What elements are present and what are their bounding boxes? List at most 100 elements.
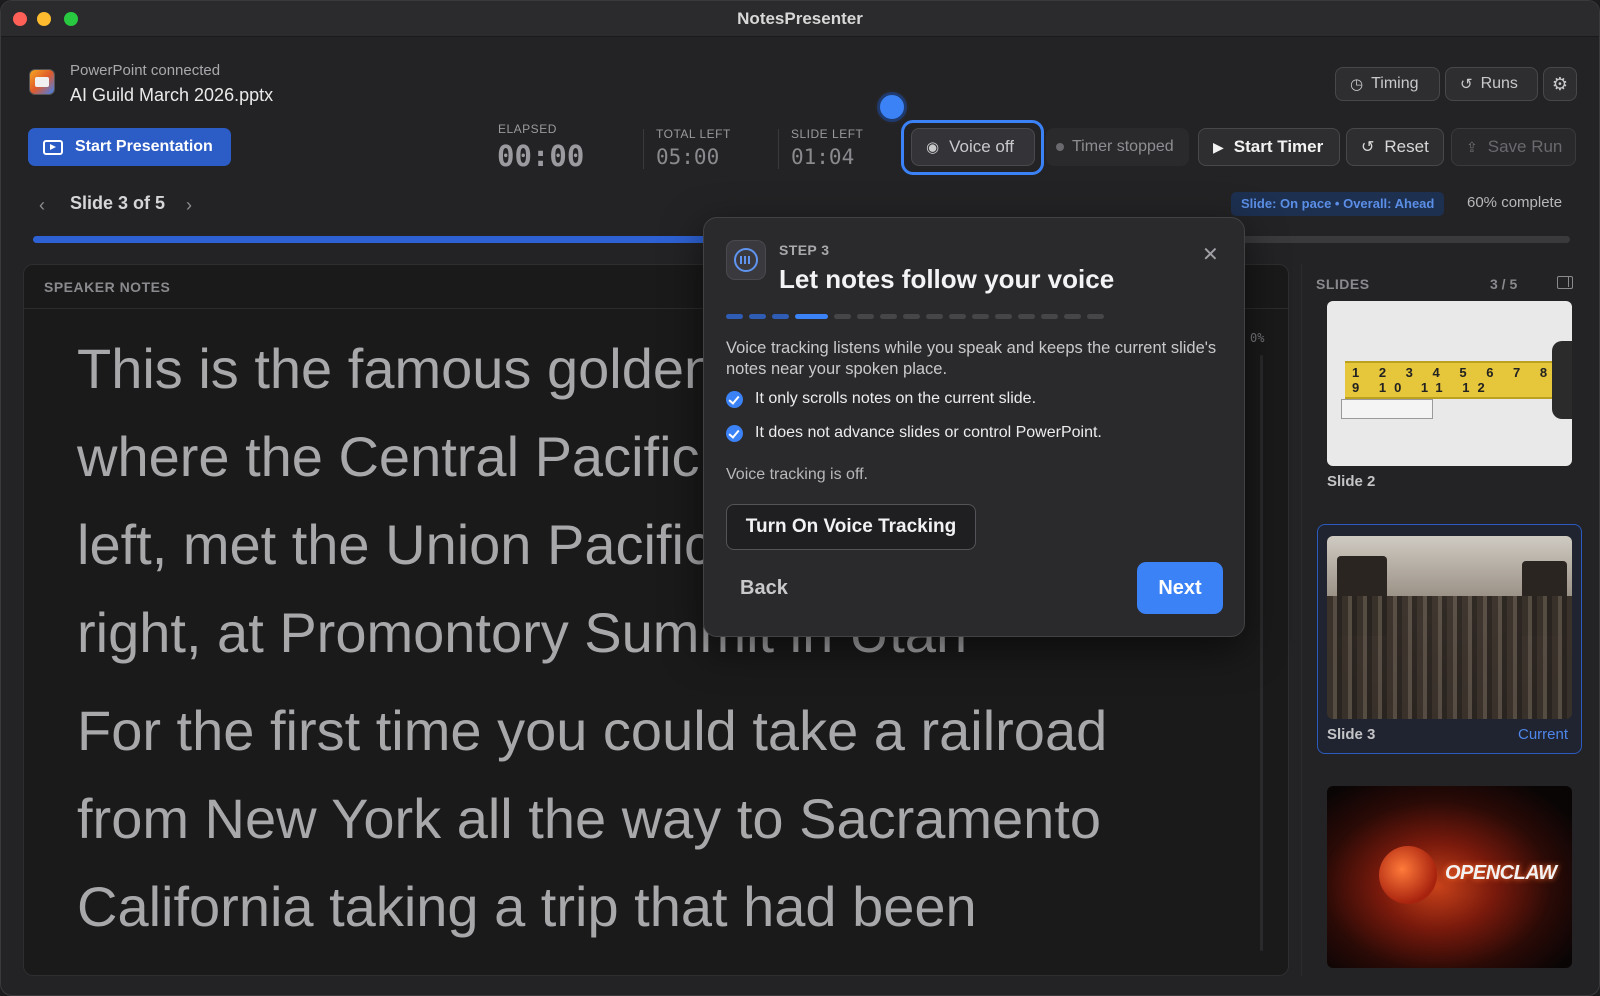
play-icon: ▶ [1213, 138, 1224, 155]
history-icon: ↺ [1460, 76, 1473, 93]
scroll-percent: 0% [1250, 331, 1265, 345]
settings-button[interactable]: ⚙ [1543, 67, 1577, 101]
clock-icon: ◷ [1350, 76, 1364, 93]
crowd-image [1327, 596, 1572, 719]
file-name: AI Guild March 2026.pptx [70, 85, 274, 105]
check-item: It only scrolls notes on the current sli… [726, 390, 1036, 408]
step-dot [857, 314, 874, 319]
gear-icon: ⚙ [1551, 73, 1569, 94]
pace-status-badge: Slide: On pace • Overall: Ahead [1231, 192, 1445, 216]
step-dot [949, 314, 966, 319]
start-timer-button[interactable]: ▶ Start Timer [1198, 128, 1340, 166]
slide-label: Slide 3 [1327, 726, 1376, 743]
next-button[interactable]: Next [1137, 562, 1223, 614]
timer-status: Timer stopped [1072, 138, 1174, 155]
check-text: It does not advance slides or control Po… [755, 424, 1102, 441]
step-dot [1064, 314, 1081, 319]
tape-case-image [1552, 341, 1572, 419]
onboarding-modal: STEP 3 Let notes follow your voice ✕ Voi… [703, 217, 1245, 637]
reset-icon: ↺ [1361, 139, 1375, 156]
save-run-button[interactable]: ⇪ Save Run [1451, 128, 1576, 166]
start-presentation-label: Start Presentation [75, 138, 213, 155]
modal-title: Let notes follow your voice [779, 264, 1115, 294]
runs-label: Runs [1480, 75, 1518, 92]
step-dot [880, 314, 897, 319]
step-dot [749, 314, 766, 319]
step-dot [1087, 314, 1104, 319]
slide-thumbnail [1327, 536, 1572, 719]
sidebar-toggle-icon[interactable] [1557, 276, 1573, 289]
step-dot [795, 314, 828, 319]
save-run-label: Save Run [1487, 137, 1563, 156]
step-dot [772, 314, 789, 319]
openclaw-mascot-image [1379, 846, 1437, 904]
save-icon: ⇪ [1466, 138, 1478, 155]
timing-button[interactable]: ◷ Timing [1335, 67, 1440, 101]
step-dot [1041, 314, 1058, 319]
start-timer-label: Start Timer [1233, 137, 1324, 156]
step-progress-indicator [726, 314, 1104, 319]
step-dot [834, 314, 851, 319]
tape-numbers: 1 2 3 4 5 6 7 8 9 10 11 12 [1352, 365, 1556, 395]
close-icon[interactable]: ✕ [1202, 242, 1219, 267]
step-dot [1018, 314, 1035, 319]
timer-status-badge: Timer stopped [1046, 128, 1189, 166]
openclaw-logo-text: OPENCLAW [1445, 862, 1557, 884]
check-item: It does not advance slides or control Po… [726, 424, 1102, 442]
checkmark-icon [726, 424, 743, 442]
back-button[interactable]: Back [740, 577, 788, 600]
step-dot [726, 314, 743, 319]
step-dot [972, 314, 989, 319]
previous-slide-chevron-icon[interactable]: ‹ [39, 195, 45, 216]
total-left-label: TOTAL LEFT [656, 127, 731, 141]
voice-tracking-status: Voice tracking is off. [726, 466, 868, 483]
slide-counter: Slide 3 of 5 [70, 193, 166, 213]
step-dot [926, 314, 943, 319]
step-dot [995, 314, 1012, 319]
voice-wave-icon: ◉ [926, 139, 940, 156]
stat-divider [643, 129, 644, 169]
current-slide-card[interactable]: Slide 3 Current [1317, 524, 1582, 754]
check-text: It only scrolls notes on the current sli… [755, 390, 1037, 407]
slides-index: 3 / 5 [1490, 276, 1518, 292]
reset-label: Reset [1384, 137, 1429, 156]
slides-sidebar: SLIDES 3 / 5 1 2 3 4 5 6 7 8 9 10 11 12 … [1301, 264, 1589, 976]
slide-label: Slide 2 [1327, 473, 1376, 490]
current-badge: Current [1518, 726, 1569, 743]
next-slide-chevron-icon[interactable]: › [186, 195, 192, 216]
stat-divider [778, 129, 779, 169]
total-left-value: 05:00 [656, 145, 720, 169]
reset-button[interactable]: ↺ Reset [1346, 128, 1444, 166]
runs-button[interactable]: ↺ Runs [1445, 67, 1538, 101]
start-presentation-button[interactable]: Start Presentation [28, 128, 231, 166]
notes-scrollbar[interactable] [1260, 355, 1263, 951]
elapsed-value: 00:00 [497, 139, 585, 173]
status-dot-icon [1056, 143, 1064, 151]
slide-thumbnail[interactable]: OPENCLAW [1327, 786, 1572, 968]
timing-label: Timing [1371, 75, 1419, 92]
connection-status: PowerPoint connected [70, 62, 221, 79]
tour-pointer-dot [877, 92, 907, 122]
step-dot [903, 314, 920, 319]
voice-toggle-button[interactable]: ◉ Voice off [911, 128, 1035, 166]
step-label: STEP 3 [779, 242, 830, 258]
tape-label-box [1341, 399, 1433, 419]
slides-title: SLIDES [1316, 276, 1370, 292]
window-title: NotesPresenter [737, 9, 863, 28]
slide-thumbnail[interactable]: 1 2 3 4 5 6 7 8 9 10 11 12 [1327, 301, 1572, 466]
notes-paragraph: For the first time you could take a rail… [77, 699, 1108, 938]
voice-tracking-icon [726, 240, 766, 280]
voice-label: Voice off [949, 137, 1014, 156]
app-window: NotesPresenter PowerPoint connected AI G… [0, 0, 1600, 996]
elapsed-label: ELAPSED [498, 122, 557, 136]
title-bar: NotesPresenter [1, 1, 1599, 37]
slide-left-label: SLIDE LEFT [791, 127, 864, 141]
turn-on-voice-tracking-button[interactable]: Turn On Voice Tracking [726, 504, 976, 550]
powerpoint-file-icon [29, 69, 55, 95]
completion-percent: 60% complete [1467, 194, 1563, 211]
presentation-play-icon [43, 139, 63, 155]
checkmark-icon [726, 390, 743, 408]
slide-left-value: 01:04 [791, 145, 855, 169]
notes-title: SPEAKER NOTES [44, 279, 171, 295]
modal-description: Voice tracking listens while you speak a… [726, 339, 1217, 378]
